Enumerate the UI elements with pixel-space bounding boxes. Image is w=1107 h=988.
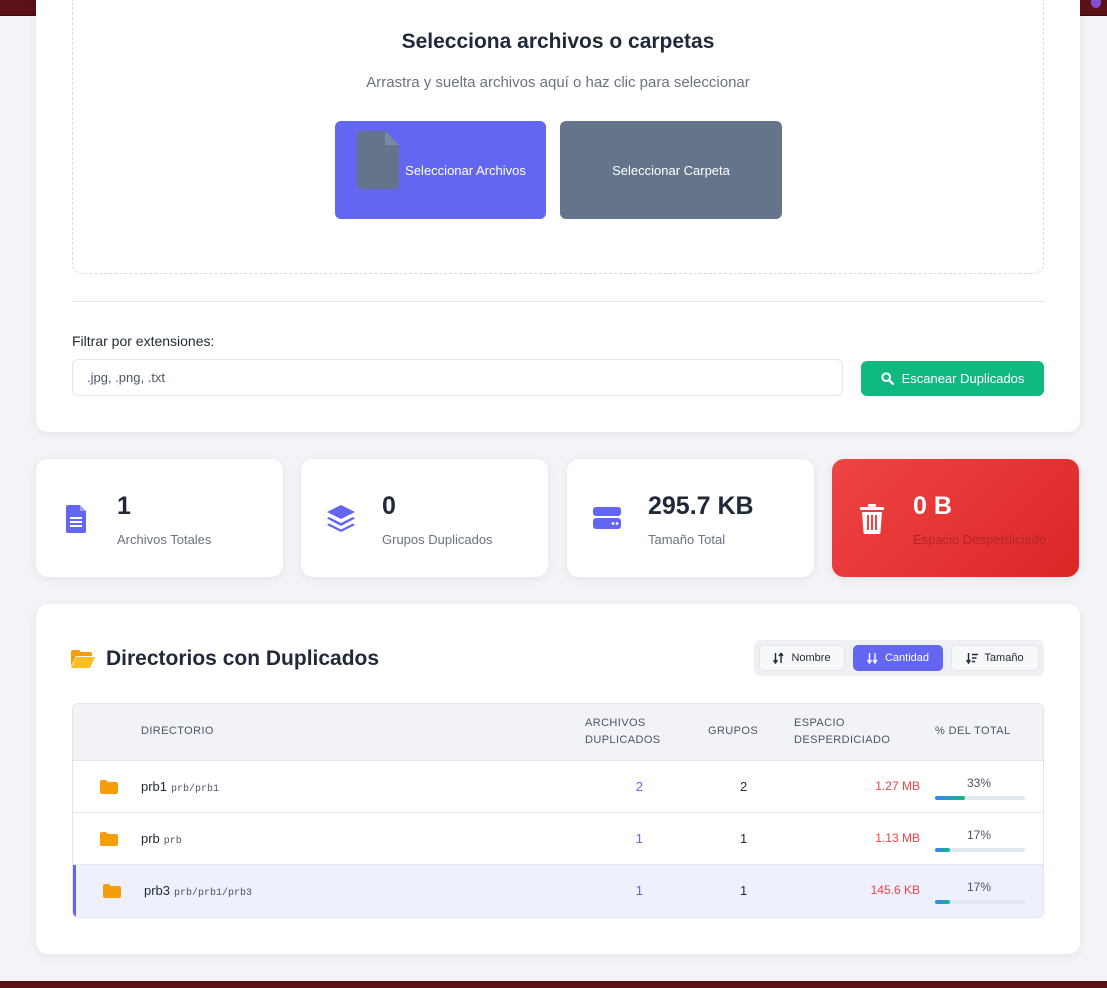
select-folder-label: Seleccionar Carpeta [612, 162, 730, 178]
select-files-button[interactable]: Seleccionar Archivos [335, 121, 546, 219]
column-header-line: ARCHIVOS [585, 717, 646, 729]
stat-label: Grupos Duplicados [382, 532, 493, 547]
sort-by-size-button[interactable]: Tamaño [951, 645, 1039, 671]
duplicate-files-count: 1 [635, 883, 643, 898]
column-header-line: DUPLICADOS [585, 734, 661, 746]
section-title: Directorios con Duplicados [70, 647, 379, 671]
profile-icon[interactable] [1091, 0, 1101, 8]
percent-text: 17% [967, 828, 992, 842]
wasted-space: 145.6 KB [870, 883, 920, 897]
directory-name: prb3 prb/prb1/prb3 [144, 883, 252, 899]
percent-bar-fill [935, 796, 965, 800]
duplicate-files-count: 2 [635, 779, 643, 794]
directory-name-text: prb3 [144, 883, 171, 898]
stat-value: 295.7 KB [648, 492, 754, 520]
dropzone[interactable]: Selecciona archivos o carpetas Arrastra … [72, 0, 1044, 274]
directories-card: Directorios con Duplicados Nombre Cantid… [36, 604, 1080, 954]
table-row-selected[interactable]: prb3 prb/prb1/prb3 1 1 145.6 KB 17% [73, 865, 1043, 917]
column-header-duplicate-files: ARCHIVOS DUPLICADOS [585, 715, 661, 749]
percent-bar [935, 848, 1025, 852]
folder-icon [103, 884, 121, 898]
folder-icon [100, 780, 118, 794]
file-icon [357, 131, 399, 189]
column-header-wasted-space: ESPACIO DESPERDICIADO [794, 715, 890, 749]
stat-label: Espacio Desperdiciado [913, 532, 1046, 547]
section-title-text: Directorios con Duplicados [106, 647, 380, 670]
scan-duplicates-button[interactable]: Escanear Duplicados [861, 361, 1044, 396]
select-folder-button[interactable]: Seleccionar Carpeta [560, 121, 782, 219]
directory-path: prb/prb1/prb3 [174, 888, 253, 899]
percent-text: 33% [967, 776, 992, 790]
column-header-percent: % DEL TOTAL [935, 725, 1011, 737]
percent-text: 17% [967, 880, 992, 894]
extension-filter-input[interactable] [72, 359, 843, 396]
percent-bar-fill [935, 900, 951, 904]
stat-value: 1 [117, 492, 131, 520]
stat-label: Archivos Totales [117, 532, 212, 547]
search-icon [880, 372, 894, 385]
sort-by-size-label: Tamaño [984, 652, 1024, 664]
dropzone-title: Selecciona archivos o carpetas [401, 30, 715, 53]
filter-label: Filtrar por extensiones: [72, 333, 215, 349]
table-header: DIRECTORIO ARCHIVOS DUPLICADOS GRUPOS ES… [73, 704, 1043, 761]
trash-icon [860, 504, 884, 534]
directory-path: prb [163, 836, 182, 847]
sort-by-name-label: Nombre [791, 652, 831, 664]
groups-count: 1 [740, 831, 748, 846]
hard-drive-icon [593, 507, 621, 529]
folder-open-icon [71, 650, 95, 668]
column-header-line: DESPERDICIADO [794, 734, 891, 746]
table-row[interactable]: prb1 prb/prb1 2 2 1.27 MB 33% [73, 761, 1043, 813]
directory-name-text: prb1 [141, 779, 168, 794]
sort-icon [773, 652, 785, 664]
column-header-groups: GRUPOS [708, 725, 759, 737]
sort-by-name-button[interactable]: Nombre [759, 645, 845, 671]
dropzone-subtitle: Arrastra y suelta archivos aquí o haz cl… [366, 74, 750, 91]
sort-by-count-label: Cantidad [884, 652, 930, 664]
percent-bar-fill [935, 848, 951, 852]
window-bottom-edge [0, 981, 1107, 988]
stat-duplicate-groups: 0 Grupos Duplicados [301, 459, 548, 577]
column-header-line: ESPACIO [794, 717, 845, 729]
percent-bar [935, 796, 1025, 800]
stat-total-size: 295.7 KB Tamaño Total [567, 459, 814, 577]
stat-wasted-space: 0 B Espacio Desperdiciado [832, 459, 1079, 577]
percent-bar [935, 900, 1025, 904]
wasted-space: 1.13 MB [875, 831, 920, 845]
wasted-space: 1.27 MB [875, 779, 920, 793]
directories-table: DIRECTORIO ARCHIVOS DUPLICADOS GRUPOS ES… [72, 703, 1044, 918]
table-row[interactable]: prb prb 1 1 1.13 MB 17% [73, 813, 1043, 865]
sort-by-count-button[interactable]: Cantidad [853, 645, 943, 671]
groups-count: 2 [740, 779, 748, 794]
stat-value: 0 B [913, 492, 952, 520]
upload-card: Selecciona archivos o carpetas Arrastra … [36, 0, 1080, 432]
stat-value: 0 [382, 492, 396, 520]
sort-toggle-group: Nombre Cantidad Tamaño [754, 640, 1044, 676]
stat-label: Tamaño Total [648, 532, 726, 547]
duplicate-files-count: 1 [635, 831, 643, 846]
stat-total-files: 1 Archivos Totales [36, 459, 283, 577]
folder-icon [100, 832, 118, 846]
layers-icon [327, 505, 355, 532]
column-header-directory: DIRECTORIO [141, 725, 214, 737]
sort-icon [866, 652, 878, 664]
select-files-label: Seleccionar Archivos [405, 162, 526, 178]
file-icon [66, 505, 86, 533]
directory-name: prb1 prb/prb1 [141, 779, 219, 795]
sort-amount-icon [966, 652, 979, 664]
directory-name: prb prb [141, 831, 182, 847]
divider [72, 301, 1044, 302]
scan-duplicates-label: Escanear Duplicados [901, 371, 1025, 386]
directory-name-text: prb [141, 831, 160, 846]
groups-count: 1 [740, 883, 748, 898]
directory-path: prb/prb1 [171, 784, 220, 795]
